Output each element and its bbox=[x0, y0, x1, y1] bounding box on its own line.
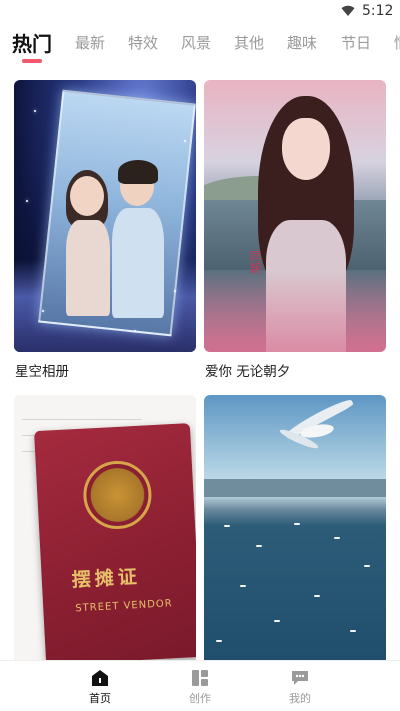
tab-love[interactable]: 情 bbox=[394, 32, 400, 53]
nav-home-label: 首页 bbox=[89, 692, 111, 705]
seagull bbox=[294, 523, 300, 525]
person-body bbox=[66, 220, 110, 316]
person-body bbox=[112, 208, 164, 318]
template-title: 爱你 无论朝夕 bbox=[205, 364, 291, 380]
portrait-face bbox=[282, 118, 330, 180]
tab-latest[interactable]: 最新 bbox=[75, 32, 105, 53]
star bbox=[134, 330, 136, 332]
tab-festival[interactable]: 节日 bbox=[341, 32, 371, 53]
seagull bbox=[256, 545, 262, 547]
template-thumbnail[interactable]: 摆摊证 STREET VENDOR bbox=[14, 395, 196, 667]
nav-create-label: 创作 bbox=[189, 692, 211, 705]
seagull bbox=[334, 537, 340, 539]
petals-overlay bbox=[204, 270, 386, 352]
template-card[interactable]: 同朝 爱你 无论朝夕 bbox=[204, 80, 386, 382]
template-card[interactable]: 摆摊证 STREET VENDOR bbox=[14, 395, 196, 667]
template-thumbnail[interactable] bbox=[204, 395, 386, 667]
bottom-nav: 首页 创作 我的 bbox=[0, 661, 400, 711]
tab-other[interactable]: 其他 bbox=[234, 32, 264, 53]
create-icon bbox=[192, 670, 208, 686]
document-line bbox=[22, 419, 142, 420]
overlay-text: 同朝 bbox=[248, 250, 262, 274]
certificate-subtitle: STREET VENDOR bbox=[75, 598, 173, 615]
tab-hot[interactable]: 热门 bbox=[12, 28, 52, 57]
template-thumbnail[interactable] bbox=[14, 80, 196, 352]
status-time: 5:12 bbox=[362, 3, 394, 19]
star bbox=[26, 200, 28, 202]
template-card[interactable]: 星空相册 bbox=[14, 80, 196, 382]
tab-effects[interactable]: 特效 bbox=[128, 32, 158, 53]
star bbox=[184, 140, 186, 142]
wifi-icon bbox=[341, 5, 355, 16]
active-tab-indicator bbox=[22, 59, 42, 63]
seagull bbox=[224, 525, 230, 527]
national-emblem-icon bbox=[81, 459, 154, 531]
star bbox=[42, 310, 44, 312]
seagull bbox=[314, 595, 320, 597]
seagull bbox=[240, 585, 246, 587]
tab-fun[interactable]: 趣味 bbox=[287, 32, 317, 53]
chat-bubble-icon bbox=[292, 671, 308, 685]
template-thumbnail[interactable]: 同朝 bbox=[204, 80, 386, 352]
seagull bbox=[364, 565, 370, 567]
nav-profile[interactable]: 我的 bbox=[270, 665, 330, 709]
template-title: 星空相册 bbox=[15, 364, 69, 380]
shoreline bbox=[204, 479, 386, 497]
tab-scenery[interactable]: 风景 bbox=[181, 32, 211, 53]
nav-home[interactable]: 首页 bbox=[70, 665, 130, 709]
seagull bbox=[350, 630, 356, 632]
person-face bbox=[70, 176, 104, 216]
person-hair bbox=[118, 160, 158, 184]
star bbox=[34, 110, 36, 112]
certificate-book: 摆摊证 STREET VENDOR bbox=[33, 423, 196, 665]
template-card[interactable] bbox=[204, 395, 386, 667]
home-icon bbox=[92, 670, 108, 686]
nav-create[interactable]: 创作 bbox=[170, 665, 230, 709]
certificate-title: 摆摊证 bbox=[71, 565, 142, 592]
star bbox=[174, 290, 176, 292]
nav-profile-label: 我的 bbox=[289, 692, 311, 705]
seagull bbox=[274, 620, 280, 622]
category-tabs: 热门 最新 特效 风景 其他 趣味 节日 情 bbox=[0, 26, 400, 62]
status-bar: 5:12 bbox=[0, 0, 400, 24]
seagull bbox=[216, 640, 222, 642]
